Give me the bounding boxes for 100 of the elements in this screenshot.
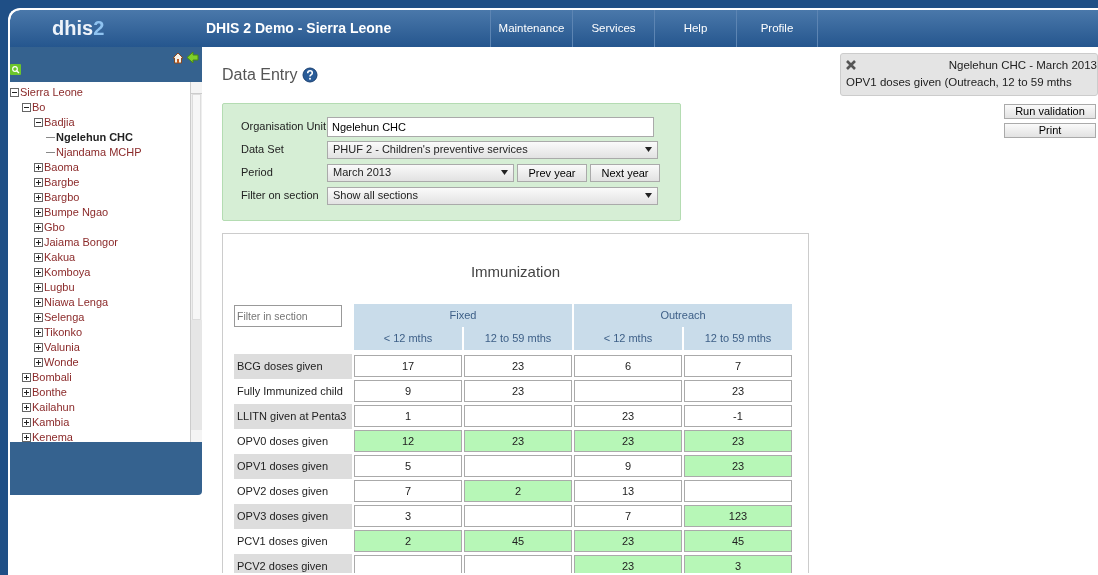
- value-field[interactable]: 45: [464, 530, 572, 552]
- value-field[interactable]: [464, 455, 572, 477]
- expand-icon[interactable]: [22, 418, 31, 427]
- value-field[interactable]: 7: [684, 355, 792, 377]
- expand-icon[interactable]: [34, 343, 43, 352]
- expand-icon[interactable]: [34, 193, 43, 202]
- tree-item[interactable]: Kenema: [32, 430, 73, 442]
- expand-icon[interactable]: [34, 253, 43, 262]
- search-icon[interactable]: [10, 64, 21, 75]
- org-unit-field[interactable]: Ngelehun CHC: [327, 116, 654, 137]
- tree-item[interactable]: Badjia: [44, 115, 75, 130]
- tree-item[interactable]: Kailahun: [32, 400, 75, 415]
- tree-item[interactable]: Bonthe: [32, 385, 67, 400]
- tree-item[interactable]: Komboya: [44, 265, 91, 280]
- expand-icon[interactable]: [22, 403, 31, 412]
- expand-icon[interactable]: [34, 238, 43, 247]
- value-field[interactable]: 23: [574, 430, 682, 452]
- tree-item[interactable]: Gbo: [44, 220, 65, 235]
- button[interactable]: Next year: [590, 163, 660, 182]
- value-field[interactable]: [464, 505, 572, 527]
- tree-item[interactable]: Selenga: [44, 310, 85, 325]
- dropdown[interactable]: March 2013: [327, 163, 514, 182]
- expand-icon[interactable]: [34, 328, 43, 337]
- close-icon[interactable]: [846, 60, 856, 70]
- collapse-icon[interactable]: [34, 118, 43, 127]
- tree-item[interactable]: Wonde: [44, 355, 79, 370]
- action-button[interactable]: Run validation: [1004, 103, 1096, 119]
- value-field[interactable]: 7: [574, 505, 682, 527]
- value-field[interactable]: 2: [464, 480, 572, 502]
- value-field[interactable]: 5: [354, 455, 462, 477]
- value-field[interactable]: [684, 480, 792, 502]
- value-field[interactable]: -1: [684, 405, 792, 427]
- expand-icon[interactable]: [34, 178, 43, 187]
- menu-item[interactable]: Services: [572, 10, 654, 47]
- tree-item[interactable]: Bo: [32, 100, 46, 115]
- tree-item[interactable]: Kakua: [44, 250, 76, 265]
- value-field[interactable]: [354, 555, 462, 573]
- menu-item[interactable]: Profile: [736, 10, 818, 47]
- tree-item[interactable]: Lugbu: [44, 280, 75, 295]
- menu-item[interactable]: Help: [654, 10, 736, 47]
- value-field[interactable]: [464, 405, 572, 427]
- dropdown[interactable]: PHUF 2 - Children's preventive services: [327, 140, 658, 159]
- value-field[interactable]: 45: [684, 530, 792, 552]
- back-arrow-icon[interactable]: [186, 51, 199, 64]
- expand-icon[interactable]: [34, 358, 43, 367]
- button[interactable]: Prev year: [517, 163, 587, 182]
- value-field[interactable]: 23: [464, 380, 572, 402]
- value-field[interactable]: 9: [574, 455, 682, 477]
- value-field[interactable]: 13: [574, 480, 682, 502]
- collapse-icon[interactable]: [10, 88, 19, 97]
- value-field[interactable]: 2: [354, 530, 462, 552]
- filter-field[interactable]: Filter in section: [234, 304, 342, 327]
- value-field[interactable]: [574, 380, 682, 402]
- tree-item[interactable]: Kambia: [32, 415, 70, 430]
- menu-item[interactable]: Maintenance: [490, 10, 572, 47]
- dropdown[interactable]: Show all sections: [327, 186, 658, 205]
- expand-icon[interactable]: [34, 208, 43, 217]
- expand-icon[interactable]: [34, 283, 43, 292]
- home-icon[interactable]: [172, 52, 184, 64]
- value-field[interactable]: 23: [464, 430, 572, 452]
- expand-icon[interactable]: [22, 373, 31, 382]
- value-field[interactable]: 7: [354, 480, 462, 502]
- tree-item[interactable]: Bargbe: [44, 175, 80, 190]
- value-field[interactable]: 3: [354, 505, 462, 527]
- expand-icon[interactable]: [34, 223, 43, 232]
- action-button[interactable]: Print: [1004, 122, 1096, 138]
- tree-item[interactable]: Tikonko: [44, 325, 83, 340]
- expand-icon[interactable]: [22, 388, 31, 397]
- expand-icon[interactable]: [34, 313, 43, 322]
- value-field[interactable]: 23: [574, 405, 682, 427]
- value-field[interactable]: 23: [684, 380, 792, 402]
- value-field[interactable]: [464, 555, 572, 573]
- tree-item[interactable]: Valunia: [44, 340, 80, 355]
- help-icon[interactable]: [301, 67, 318, 83]
- tree-item[interactable]: Njandama MCHP: [56, 145, 142, 160]
- tree-item[interactable]: Sierra Leone: [20, 85, 83, 100]
- tree-item[interactable]: Baoma: [44, 160, 79, 175]
- value-field[interactable]: 23: [684, 455, 792, 477]
- value-field[interactable]: 1: [354, 405, 462, 427]
- expand-icon[interactable]: [22, 433, 31, 442]
- expand-icon[interactable]: [34, 163, 43, 172]
- tree-item[interactable]: Ngelehun CHC: [56, 130, 133, 145]
- tree-item[interactable]: Bombali: [32, 370, 72, 385]
- expand-icon[interactable]: [34, 268, 43, 277]
- value-field[interactable]: 9: [354, 380, 462, 402]
- tree-item[interactable]: Jaiama Bongor: [44, 235, 118, 250]
- value-field[interactable]: 23: [684, 430, 792, 452]
- value-field[interactable]: 123: [684, 505, 792, 527]
- value-field[interactable]: 23: [574, 555, 682, 573]
- value-field[interactable]: 23: [464, 355, 572, 377]
- value-field[interactable]: 17: [354, 355, 462, 377]
- value-field[interactable]: 12: [354, 430, 462, 452]
- tree-item[interactable]: Bumpe Ngao: [44, 205, 109, 220]
- tree-item[interactable]: Bargbo: [44, 190, 80, 205]
- collapse-icon[interactable]: [22, 103, 31, 112]
- expand-icon[interactable]: [34, 298, 43, 307]
- value-field[interactable]: 3: [684, 555, 792, 573]
- logo[interactable]: dhis2: [10, 10, 200, 47]
- tree-item[interactable]: Niawa Lenga: [44, 295, 109, 310]
- value-field[interactable]: 6: [574, 355, 682, 377]
